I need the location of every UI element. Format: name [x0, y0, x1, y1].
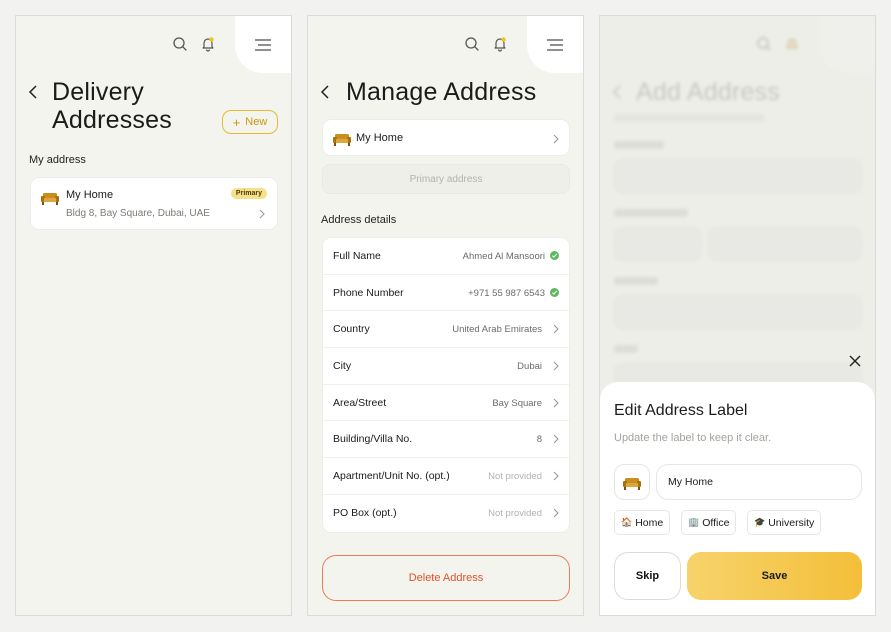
new-address-button[interactable]: + New: [222, 110, 278, 134]
chip-home[interactable]: 🏠 Home: [614, 510, 671, 535]
plus-icon: +: [232, 114, 241, 130]
address-label: My Home: [66, 189, 114, 201]
bell-icon[interactable]: [492, 36, 508, 52]
chevron-right-icon: [553, 324, 559, 334]
detail-value: Not provided: [488, 507, 542, 519]
detail-label: Phone Number: [333, 286, 404, 299]
page-title-line2: Addresses: [52, 106, 172, 134]
chevron-right-icon: [553, 471, 559, 481]
sofa-icon: [333, 134, 351, 146]
section-label: Address details: [321, 214, 397, 226]
chevron-right-icon: [553, 361, 559, 371]
check-circle-icon: [550, 251, 559, 260]
edit-label-sheet: Edit Address Label Update the label to k…: [600, 382, 875, 615]
graduation-cap-icon: 🎓: [754, 517, 766, 527]
bell-icon[interactable]: [200, 36, 216, 52]
address-detail: Bldg 8, Bay Square, Dubai, UAE: [66, 208, 210, 219]
home-icon: 🏠: [621, 517, 633, 527]
sheet-title: Edit Address Label: [614, 402, 748, 419]
detail-row-apartment[interactable]: Apartment/Unit No. (opt.) Not provided: [323, 458, 569, 495]
detail-row-building[interactable]: Building/Villa No. 8: [323, 421, 569, 459]
detail-label: Apartment/Unit No. (opt.): [333, 470, 450, 483]
detail-value: Dubai: [517, 361, 542, 373]
address-label: My Home: [356, 132, 404, 144]
search-icon[interactable]: [464, 36, 480, 52]
menu-icon: [255, 39, 271, 51]
office-icon: 🏢: [688, 517, 700, 527]
primary-badge: Primary: [230, 188, 267, 199]
page-title-line1: Delivery: [52, 78, 144, 106]
close-icon[interactable]: [848, 354, 862, 368]
detail-label: Building/Villa No.: [333, 433, 413, 446]
section-label: My address: [29, 154, 86, 166]
chevron-right-icon: [553, 134, 559, 144]
detail-label: Area/Street: [333, 396, 387, 409]
chip-label: Home: [635, 516, 664, 529]
detail-value: +971 55 987 6543: [468, 287, 545, 299]
detail-value: 8: [536, 434, 542, 446]
label-input[interactable]: My Home: [656, 464, 862, 500]
detail-row-po-box[interactable]: PO Box (opt.) Not provided: [323, 495, 569, 532]
detail-label: City: [333, 360, 352, 373]
detail-label: Country: [333, 323, 370, 336]
sofa-icon: [623, 478, 641, 490]
chip-label: University: [768, 516, 815, 529]
primary-address-button[interactable]: Primary address: [322, 164, 570, 194]
save-button[interactable]: Save: [687, 552, 862, 600]
menu-button[interactable]: [235, 16, 291, 73]
detail-row-city[interactable]: City Dubai: [323, 348, 569, 385]
back-arrow-icon[interactable]: [28, 84, 40, 100]
address-details-list: Full Name Ahmed Al Mansoori Phone Number…: [322, 237, 570, 533]
manage-address-screen: Manage Address My Home Primary address A…: [307, 15, 584, 616]
top-bar: [308, 16, 583, 74]
detail-label: PO Box (opt.): [333, 506, 397, 519]
top-bar: [16, 16, 291, 74]
chip-university[interactable]: 🎓 University: [747, 510, 822, 535]
address-card[interactable]: My Home Primary Bldg 8, Bay Square, Duba…: [30, 177, 278, 230]
menu-button[interactable]: [527, 16, 583, 73]
sofa-icon: [41, 193, 59, 205]
chevron-right-icon: [553, 435, 559, 444]
new-button-label: New: [245, 116, 268, 128]
page-title: Manage Address: [346, 78, 537, 106]
back-arrow-icon[interactable]: [320, 84, 332, 100]
delete-address-button[interactable]: Delete Address: [322, 555, 570, 601]
detail-row-phone[interactable]: Phone Number +971 55 987 6543: [323, 275, 569, 312]
search-icon[interactable]: [172, 36, 188, 52]
chip-label: Office: [702, 516, 730, 529]
detail-value: United Arab Emirates: [452, 324, 542, 336]
chevron-right-icon: [259, 209, 265, 219]
address-label-row[interactable]: My Home: [322, 119, 570, 156]
detail-value: Bay Square: [492, 397, 542, 409]
menu-icon: [547, 39, 563, 51]
skip-button[interactable]: Skip: [614, 552, 681, 600]
edit-label-screen: Add Address Edit Address Label Update th…: [599, 15, 876, 616]
sheet-subtitle: Update the label to keep it clear.: [614, 432, 772, 444]
detail-value: Not provided: [488, 471, 542, 483]
chevron-right-icon: [553, 398, 559, 408]
detail-label: Full Name: [333, 250, 381, 262]
detail-row-full-name[interactable]: Full Name Ahmed Al Mansoori: [323, 238, 569, 275]
chevron-right-icon: [553, 508, 559, 518]
delivery-addresses-screen: Delivery Addresses + New My address My H…: [15, 15, 292, 616]
detail-row-country[interactable]: Country United Arab Emirates: [323, 311, 569, 349]
chip-office[interactable]: 🏢 Office: [681, 510, 737, 535]
emoji-picker[interactable]: [614, 464, 650, 500]
check-circle-icon: [550, 287, 559, 297]
detail-row-area[interactable]: Area/Street Bay Square: [323, 385, 569, 422]
detail-value: Ahmed Al Mansoori: [462, 251, 545, 262]
